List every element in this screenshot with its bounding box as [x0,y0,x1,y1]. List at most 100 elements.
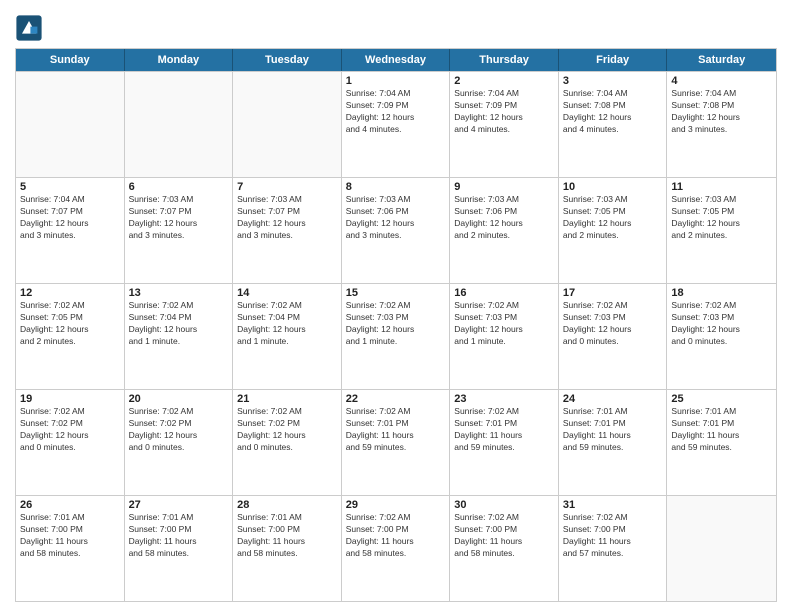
calendar-row: 19Sunrise: 7:02 AM Sunset: 7:02 PM Dayli… [16,389,776,495]
day-info: Sunrise: 7:02 AM Sunset: 7:02 PM Dayligh… [237,406,337,454]
calendar-cell: 29Sunrise: 7:02 AM Sunset: 7:00 PM Dayli… [342,496,451,601]
day-number: 30 [454,499,554,511]
day-number: 11 [671,181,772,193]
day-info: Sunrise: 7:04 AM Sunset: 7:08 PM Dayligh… [563,88,663,136]
calendar-cell: 22Sunrise: 7:02 AM Sunset: 7:01 PM Dayli… [342,390,451,495]
day-info: Sunrise: 7:03 AM Sunset: 7:06 PM Dayligh… [454,194,554,242]
day-number: 6 [129,181,229,193]
calendar-header-day: Wednesday [342,49,451,71]
calendar-cell [125,72,234,177]
calendar-row: 12Sunrise: 7:02 AM Sunset: 7:05 PM Dayli… [16,283,776,389]
calendar-header-day: Saturday [667,49,776,71]
day-info: Sunrise: 7:02 AM Sunset: 7:01 PM Dayligh… [454,406,554,454]
calendar-cell [667,496,776,601]
day-number: 13 [129,287,229,299]
calendar-cell: 2Sunrise: 7:04 AM Sunset: 7:09 PM Daylig… [450,72,559,177]
day-info: Sunrise: 7:02 AM Sunset: 7:00 PM Dayligh… [563,512,663,560]
calendar-cell: 12Sunrise: 7:02 AM Sunset: 7:05 PM Dayli… [16,284,125,389]
calendar-cell: 15Sunrise: 7:02 AM Sunset: 7:03 PM Dayli… [342,284,451,389]
page: SundayMondayTuesdayWednesdayThursdayFrid… [0,0,792,612]
calendar-cell: 11Sunrise: 7:03 AM Sunset: 7:05 PM Dayli… [667,178,776,283]
day-number: 1 [346,75,446,87]
day-number: 16 [454,287,554,299]
day-number: 24 [563,393,663,405]
day-number: 7 [237,181,337,193]
day-number: 10 [563,181,663,193]
day-number: 17 [563,287,663,299]
calendar-cell: 26Sunrise: 7:01 AM Sunset: 7:00 PM Dayli… [16,496,125,601]
calendar: SundayMondayTuesdayWednesdayThursdayFrid… [15,48,777,602]
calendar-cell: 3Sunrise: 7:04 AM Sunset: 7:08 PM Daylig… [559,72,668,177]
calendar-cell: 27Sunrise: 7:01 AM Sunset: 7:00 PM Dayli… [125,496,234,601]
calendar-cell: 31Sunrise: 7:02 AM Sunset: 7:00 PM Dayli… [559,496,668,601]
day-info: Sunrise: 7:01 AM Sunset: 7:01 PM Dayligh… [563,406,663,454]
calendar-cell: 17Sunrise: 7:02 AM Sunset: 7:03 PM Dayli… [559,284,668,389]
day-info: Sunrise: 7:02 AM Sunset: 7:01 PM Dayligh… [346,406,446,454]
day-info: Sunrise: 7:02 AM Sunset: 7:00 PM Dayligh… [454,512,554,560]
calendar-row: 26Sunrise: 7:01 AM Sunset: 7:00 PM Dayli… [16,495,776,601]
day-info: Sunrise: 7:03 AM Sunset: 7:05 PM Dayligh… [671,194,772,242]
day-number: 5 [20,181,120,193]
day-number: 29 [346,499,446,511]
calendar-cell: 28Sunrise: 7:01 AM Sunset: 7:00 PM Dayli… [233,496,342,601]
calendar-header-day: Thursday [450,49,559,71]
day-number: 27 [129,499,229,511]
day-number: 20 [129,393,229,405]
day-info: Sunrise: 7:02 AM Sunset: 7:04 PM Dayligh… [237,300,337,348]
day-info: Sunrise: 7:01 AM Sunset: 7:00 PM Dayligh… [20,512,120,560]
day-number: 23 [454,393,554,405]
calendar-header: SundayMondayTuesdayWednesdayThursdayFrid… [16,49,776,71]
day-number: 2 [454,75,554,87]
calendar-cell: 9Sunrise: 7:03 AM Sunset: 7:06 PM Daylig… [450,178,559,283]
calendar-cell: 21Sunrise: 7:02 AM Sunset: 7:02 PM Dayli… [233,390,342,495]
day-number: 25 [671,393,772,405]
day-number: 19 [20,393,120,405]
calendar-header-day: Friday [559,49,668,71]
day-info: Sunrise: 7:02 AM Sunset: 7:02 PM Dayligh… [20,406,120,454]
calendar-cell: 30Sunrise: 7:02 AM Sunset: 7:00 PM Dayli… [450,496,559,601]
day-number: 12 [20,287,120,299]
calendar-cell: 7Sunrise: 7:03 AM Sunset: 7:07 PM Daylig… [233,178,342,283]
day-number: 26 [20,499,120,511]
calendar-cell: 19Sunrise: 7:02 AM Sunset: 7:02 PM Dayli… [16,390,125,495]
day-info: Sunrise: 7:02 AM Sunset: 7:03 PM Dayligh… [346,300,446,348]
day-info: Sunrise: 7:04 AM Sunset: 7:08 PM Dayligh… [671,88,772,136]
day-info: Sunrise: 7:02 AM Sunset: 7:03 PM Dayligh… [563,300,663,348]
day-number: 31 [563,499,663,511]
day-info: Sunrise: 7:03 AM Sunset: 7:06 PM Dayligh… [346,194,446,242]
day-info: Sunrise: 7:02 AM Sunset: 7:04 PM Dayligh… [129,300,229,348]
calendar-header-day: Sunday [16,49,125,71]
day-number: 3 [563,75,663,87]
calendar-cell: 13Sunrise: 7:02 AM Sunset: 7:04 PM Dayli… [125,284,234,389]
day-number: 14 [237,287,337,299]
day-number: 8 [346,181,446,193]
day-number: 21 [237,393,337,405]
calendar-cell: 10Sunrise: 7:03 AM Sunset: 7:05 PM Dayli… [559,178,668,283]
calendar-header-day: Tuesday [233,49,342,71]
calendar-cell: 14Sunrise: 7:02 AM Sunset: 7:04 PM Dayli… [233,284,342,389]
day-info: Sunrise: 7:01 AM Sunset: 7:01 PM Dayligh… [671,406,772,454]
calendar-cell: 1Sunrise: 7:04 AM Sunset: 7:09 PM Daylig… [342,72,451,177]
calendar-cell: 6Sunrise: 7:03 AM Sunset: 7:07 PM Daylig… [125,178,234,283]
day-info: Sunrise: 7:04 AM Sunset: 7:09 PM Dayligh… [454,88,554,136]
day-info: Sunrise: 7:02 AM Sunset: 7:02 PM Dayligh… [129,406,229,454]
calendar-cell: 8Sunrise: 7:03 AM Sunset: 7:06 PM Daylig… [342,178,451,283]
calendar-cell: 24Sunrise: 7:01 AM Sunset: 7:01 PM Dayli… [559,390,668,495]
day-info: Sunrise: 7:03 AM Sunset: 7:07 PM Dayligh… [129,194,229,242]
day-number: 15 [346,287,446,299]
day-number: 22 [346,393,446,405]
calendar-cell: 25Sunrise: 7:01 AM Sunset: 7:01 PM Dayli… [667,390,776,495]
header [15,10,777,42]
day-info: Sunrise: 7:02 AM Sunset: 7:00 PM Dayligh… [346,512,446,560]
logo [15,14,45,42]
day-number: 4 [671,75,772,87]
day-info: Sunrise: 7:03 AM Sunset: 7:05 PM Dayligh… [563,194,663,242]
day-info: Sunrise: 7:02 AM Sunset: 7:03 PM Dayligh… [454,300,554,348]
day-info: Sunrise: 7:04 AM Sunset: 7:09 PM Dayligh… [346,88,446,136]
calendar-cell: 20Sunrise: 7:02 AM Sunset: 7:02 PM Dayli… [125,390,234,495]
day-info: Sunrise: 7:04 AM Sunset: 7:07 PM Dayligh… [20,194,120,242]
calendar-cell: 5Sunrise: 7:04 AM Sunset: 7:07 PM Daylig… [16,178,125,283]
calendar-row: 5Sunrise: 7:04 AM Sunset: 7:07 PM Daylig… [16,177,776,283]
calendar-cell: 23Sunrise: 7:02 AM Sunset: 7:01 PM Dayli… [450,390,559,495]
calendar-cell [233,72,342,177]
